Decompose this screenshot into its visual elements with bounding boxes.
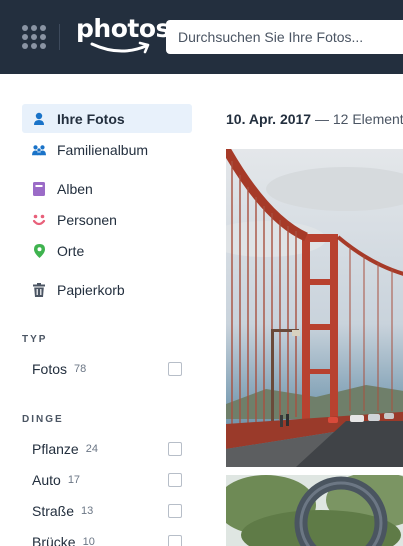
filter-auto[interactable]: Auto 17 [32, 470, 182, 490]
sidebar-item-label: Familienalbum [57, 141, 149, 158]
section-title-typ: TYP [22, 334, 48, 345]
filter-checkbox[interactable] [168, 473, 182, 487]
logo-text: photos [76, 14, 170, 43]
sidebar-item-papierkorb[interactable]: Papierkorb [22, 275, 192, 304]
photo-thumbnail-bridge[interactable] [226, 149, 403, 467]
filter-fotos[interactable]: Fotos 78 [32, 359, 182, 379]
sidebar-item-alben[interactable]: Alben [22, 174, 192, 203]
sidebar-item-label: Alben [57, 180, 93, 197]
filter-checkbox[interactable] [168, 504, 182, 518]
filter-count: 10 [82, 536, 95, 546]
sidebar-item-label: Orte [57, 242, 85, 259]
main-content: 10. Apr. 2017 — 12 Elemente [205, 74, 403, 546]
filter-count: 13 [81, 505, 94, 517]
filter-pflanze[interactable]: Pflanze 24 [32, 439, 182, 459]
filter-count: 17 [67, 474, 81, 486]
face-icon [32, 213, 46, 227]
filter-label: Fotos [32, 361, 68, 377]
date-label: 10. Apr. 2017 [226, 111, 312, 127]
trash-icon [32, 282, 46, 297]
section-title-dinge: DINGE [22, 414, 64, 425]
location-pin-icon [32, 243, 46, 258]
amazon-photos-logo[interactable]: photos [76, 14, 170, 62]
sidebar-item-personen[interactable]: Personen [22, 205, 192, 234]
album-icon [32, 181, 46, 196]
sidebar-item-familienalbum[interactable]: Familienalbum [22, 135, 192, 164]
sidebar-item-label: Papierkorb [57, 281, 125, 298]
filter-label: Pflanze [32, 441, 79, 457]
sidebar-item-orte[interactable]: Orte [22, 236, 192, 265]
filter-checkbox[interactable] [168, 535, 182, 546]
sidebar: Ihre Fotos Familienalbum Alben Personen … [0, 74, 205, 546]
filter-bruecke[interactable]: Brücke 10 [32, 532, 182, 546]
sidebar-item-label: Ihre Fotos [57, 110, 125, 127]
search-input[interactable] [166, 20, 403, 54]
date-header: 10. Apr. 2017 — 12 Elemente [226, 111, 403, 127]
filter-label: Auto [32, 472, 61, 488]
filter-count: 78 [74, 363, 87, 375]
filter-strasse[interactable]: Straße 13 [32, 501, 182, 521]
bridge-photo-image [226, 149, 403, 467]
filter-label: Straße [32, 503, 75, 519]
apps-grid-icon[interactable] [22, 25, 46, 49]
header-divider [59, 24, 60, 50]
family-icon [32, 143, 46, 157]
park-photo-image [226, 475, 403, 546]
filter-label: Brücke [32, 534, 76, 546]
sidebar-item-ihre-fotos[interactable]: Ihre Fotos [22, 104, 192, 133]
filter-checkbox[interactable] [168, 362, 182, 376]
photo-thumbnail-park[interactable] [226, 475, 403, 546]
filter-checkbox[interactable] [168, 442, 182, 456]
top-header: photos [0, 0, 403, 74]
item-count: — 12 Elemente [311, 111, 403, 127]
person-icon [32, 112, 46, 126]
filter-count: 24 [85, 443, 98, 455]
sidebar-item-label: Personen [57, 211, 117, 228]
smile-arrow-icon [90, 41, 150, 54]
